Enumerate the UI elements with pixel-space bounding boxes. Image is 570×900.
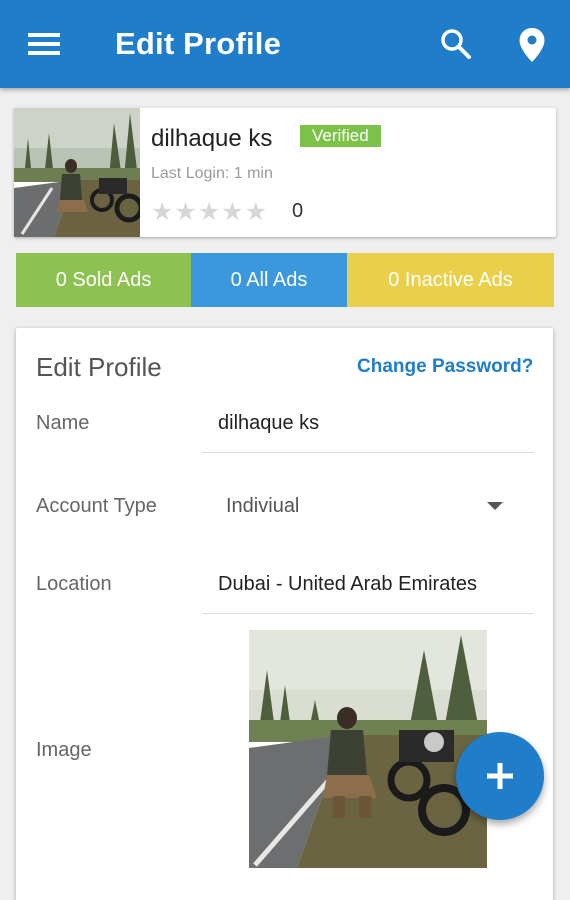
- plus-icon: [487, 763, 513, 789]
- image-label: Image: [36, 739, 92, 761]
- last-login-text: Last Login: 1 min: [151, 165, 273, 182]
- name-field[interactable]: dilhaque ks: [218, 412, 319, 435]
- menu-icon[interactable]: [28, 33, 62, 55]
- location-field[interactable]: Dubai - United Arab Emirates: [218, 573, 477, 596]
- profile-card: dilhaque ks Verified Last Login: 1 min ★…: [14, 108, 556, 237]
- add-image-button[interactable]: [456, 732, 544, 820]
- all-ads-button[interactable]: 0 All Ads: [191, 253, 347, 307]
- rating-count: 0: [292, 200, 304, 222]
- search-icon[interactable]: [440, 28, 472, 60]
- account-type-select[interactable]: Indiviual: [226, 495, 299, 518]
- profile-photo: [14, 108, 140, 237]
- account-type-label: Account Type: [36, 495, 157, 517]
- location-pin-icon[interactable]: [518, 27, 546, 63]
- inactive-ads-button[interactable]: 0 Inactive Ads: [347, 253, 554, 307]
- app-bar: Edit Profile: [0, 0, 570, 88]
- form-title: Edit Profile: [36, 352, 162, 382]
- star-rating: ★★★★★: [151, 198, 269, 226]
- profile-image-preview[interactable]: [249, 630, 487, 868]
- profile-name: dilhaque ks: [151, 125, 273, 152]
- location-label: Location: [36, 573, 112, 595]
- sold-ads-button[interactable]: 0 Sold Ads: [16, 253, 191, 307]
- name-label: Name: [36, 412, 90, 434]
- change-password-link[interactable]: Change Password?: [357, 356, 533, 378]
- verified-badge: Verified: [300, 125, 381, 147]
- chevron-down-icon[interactable]: [487, 502, 503, 510]
- location-underline: [202, 613, 534, 614]
- name-underline: [202, 452, 534, 453]
- page-title: Edit Profile: [115, 26, 282, 61]
- edit-profile-form: Edit Profile Change Password? Name dilha…: [16, 328, 553, 900]
